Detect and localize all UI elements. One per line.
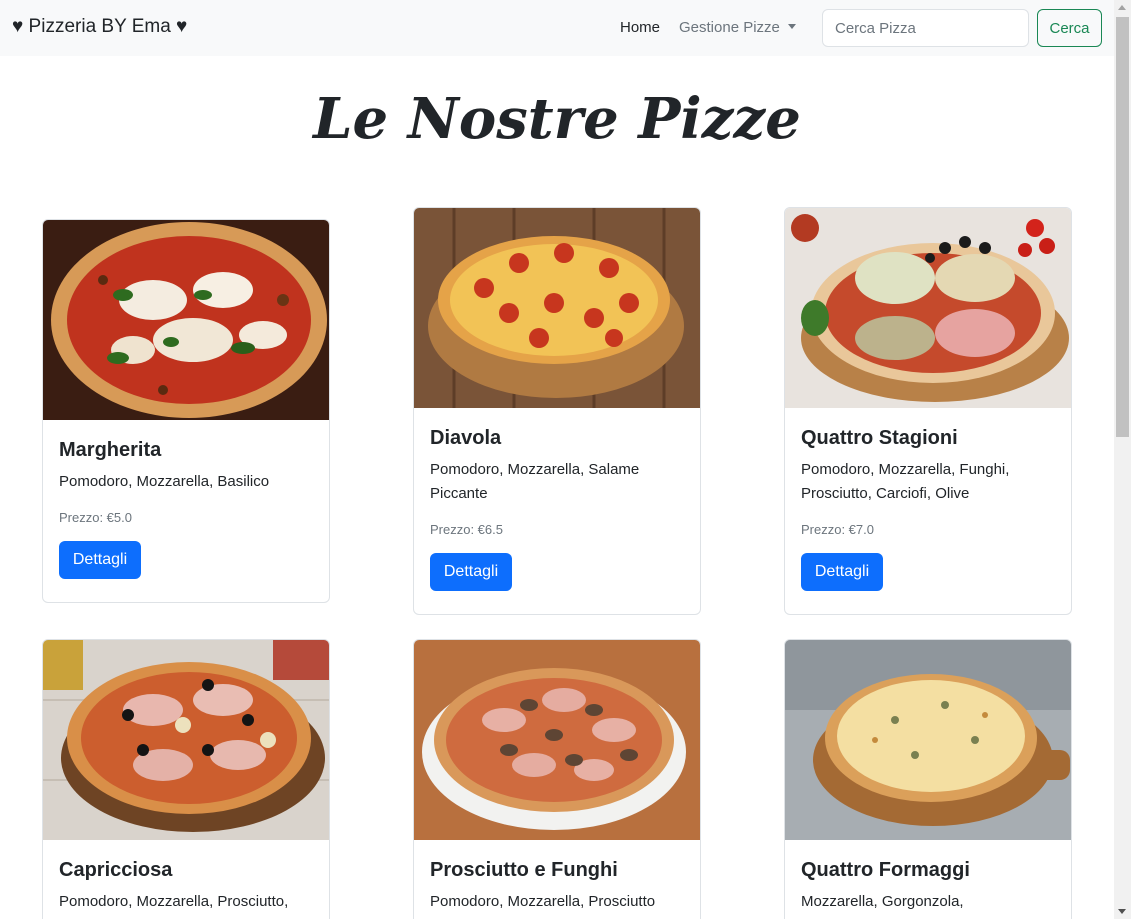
pizza-name: Capricciosa (59, 859, 173, 881)
pizza-name: Diavola (430, 427, 502, 449)
pizza-card: Margherita Pomodoro, Mozzarella, Basilic… (42, 219, 330, 603)
nav-gestione-label: Gestione Pizze (679, 19, 780, 36)
scrollbar-thumb[interactable] (1116, 17, 1129, 437)
pizza-price: Prezzo: €5.0 (59, 510, 132, 525)
pizza-image-quattro-stagioni (785, 208, 1071, 408)
pizza-ingredients: Pomodoro, Mozzarella, Prosciutto (430, 893, 656, 910)
pizza-name: Margherita (59, 439, 162, 461)
pizza-image-margherita (43, 220, 329, 420)
scroll-up-icon[interactable] (1118, 5, 1126, 10)
dettagli-button[interactable]: Dettagli (59, 541, 141, 579)
nav-gestione-pizze-dropdown[interactable]: Gestione Pizze (679, 19, 796, 36)
vertical-scrollbar[interactable] (1114, 0, 1131, 919)
pizza-image-quattro-formaggi (785, 640, 1071, 840)
pizza-ingredients: Pomodoro, Mozzarella, Salame Piccante (430, 461, 640, 502)
search-input[interactable] (822, 9, 1029, 47)
pizza-name: Quattro Formaggi (801, 859, 970, 881)
pizza-image-diavola (414, 208, 700, 408)
search-button[interactable]: Cerca (1037, 9, 1102, 47)
pizza-ingredients: Pomodoro, Mozzarella, Basilico (59, 473, 270, 490)
pizza-name: Prosciutto e Funghi (430, 859, 618, 881)
dettagli-button[interactable]: Dettagli (430, 553, 512, 591)
brand-link[interactable]: ♥ Pizzeria BY Ema ♥ (12, 16, 187, 38)
pizza-card: Capricciosa Pomodoro, Mozzarella, Prosci… (42, 639, 330, 919)
pizza-ingredients: Pomodoro, Mozzarella, Prosciutto, (59, 893, 289, 910)
pizza-card: Quattro Stagioni Pomodoro, Mozzarella, F… (784, 207, 1072, 615)
caret-down-icon (787, 24, 796, 29)
dettagli-button[interactable]: Dettagli (801, 553, 883, 591)
scroll-down-icon[interactable] (1118, 909, 1126, 914)
navbar: ♥ Pizzeria BY Ema ♥ Home Gestione Pizze … (0, 0, 1114, 56)
pizza-price: Prezzo: €7.0 (801, 522, 874, 537)
pizza-card: Prosciutto e Funghi Pomodoro, Mozzarella… (413, 639, 701, 919)
pizza-card: Diavola Pomodoro, Mozzarella, Salame Pic… (413, 207, 701, 615)
pizza-ingredients: Mozzarella, Gorgonzola, (801, 893, 964, 910)
pizza-price: Prezzo: €6.5 (430, 522, 503, 537)
pizza-image-prosciutto-funghi (414, 640, 700, 840)
pizza-ingredients: Pomodoro, Mozzarella, Funghi, Prosciutto… (801, 461, 1010, 502)
nav-home[interactable]: Home (620, 19, 660, 36)
pizza-card: Quattro Formaggi Mozzarella, Gorgonzola, (784, 639, 1072, 919)
pizza-name: Quattro Stagioni (801, 427, 958, 449)
pizza-image-capricciosa (43, 640, 329, 840)
page-title: Le Nostre Pizze (313, 86, 801, 152)
